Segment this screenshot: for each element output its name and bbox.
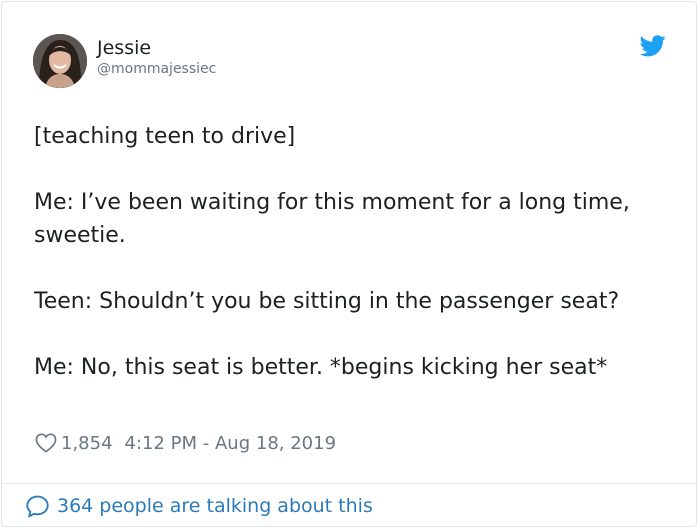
author-names: Jessie @mommajessiec xyxy=(97,36,216,78)
twitter-bird-icon[interactable] xyxy=(639,35,666,57)
tweet-text: [teaching teen to drive] Me: I’ve been w… xyxy=(34,120,674,384)
tweet-meta: 1,854 4:12 PM - Aug 18, 2019 xyxy=(35,430,336,456)
heart-icon[interactable] xyxy=(35,433,57,453)
tweet-timestamp[interactable]: 4:12 PM - Aug 18, 2019 xyxy=(125,433,337,454)
tweet-paragraph: Teen: Shouldn’t you be sitting in the pa… xyxy=(34,289,620,314)
conversation-link[interactable]: 364 people are talking about this xyxy=(25,492,373,520)
author-display-name[interactable]: Jessie xyxy=(97,36,216,60)
tweet-header: Jessie @mommajessiec xyxy=(33,33,216,89)
tweet-paragraph: Me: I’ve been waiting for this moment fo… xyxy=(34,190,630,248)
avatar[interactable] xyxy=(33,34,87,88)
tweet-card: Jessie @mommajessiec [teaching teen to d… xyxy=(1,1,697,527)
conversation-link-text[interactable]: 364 people are talking about this xyxy=(57,495,373,517)
speech-bubble-icon xyxy=(25,494,50,519)
like-count[interactable]: 1,854 xyxy=(61,433,113,454)
divider xyxy=(2,483,696,484)
tweet-paragraph: Me: No, this seat is better. *begins kic… xyxy=(34,355,608,380)
tweet-paragraph: [teaching teen to drive] xyxy=(34,124,296,149)
profile-photo-icon xyxy=(33,34,87,88)
author-handle[interactable]: @mommajessiec xyxy=(97,60,216,78)
